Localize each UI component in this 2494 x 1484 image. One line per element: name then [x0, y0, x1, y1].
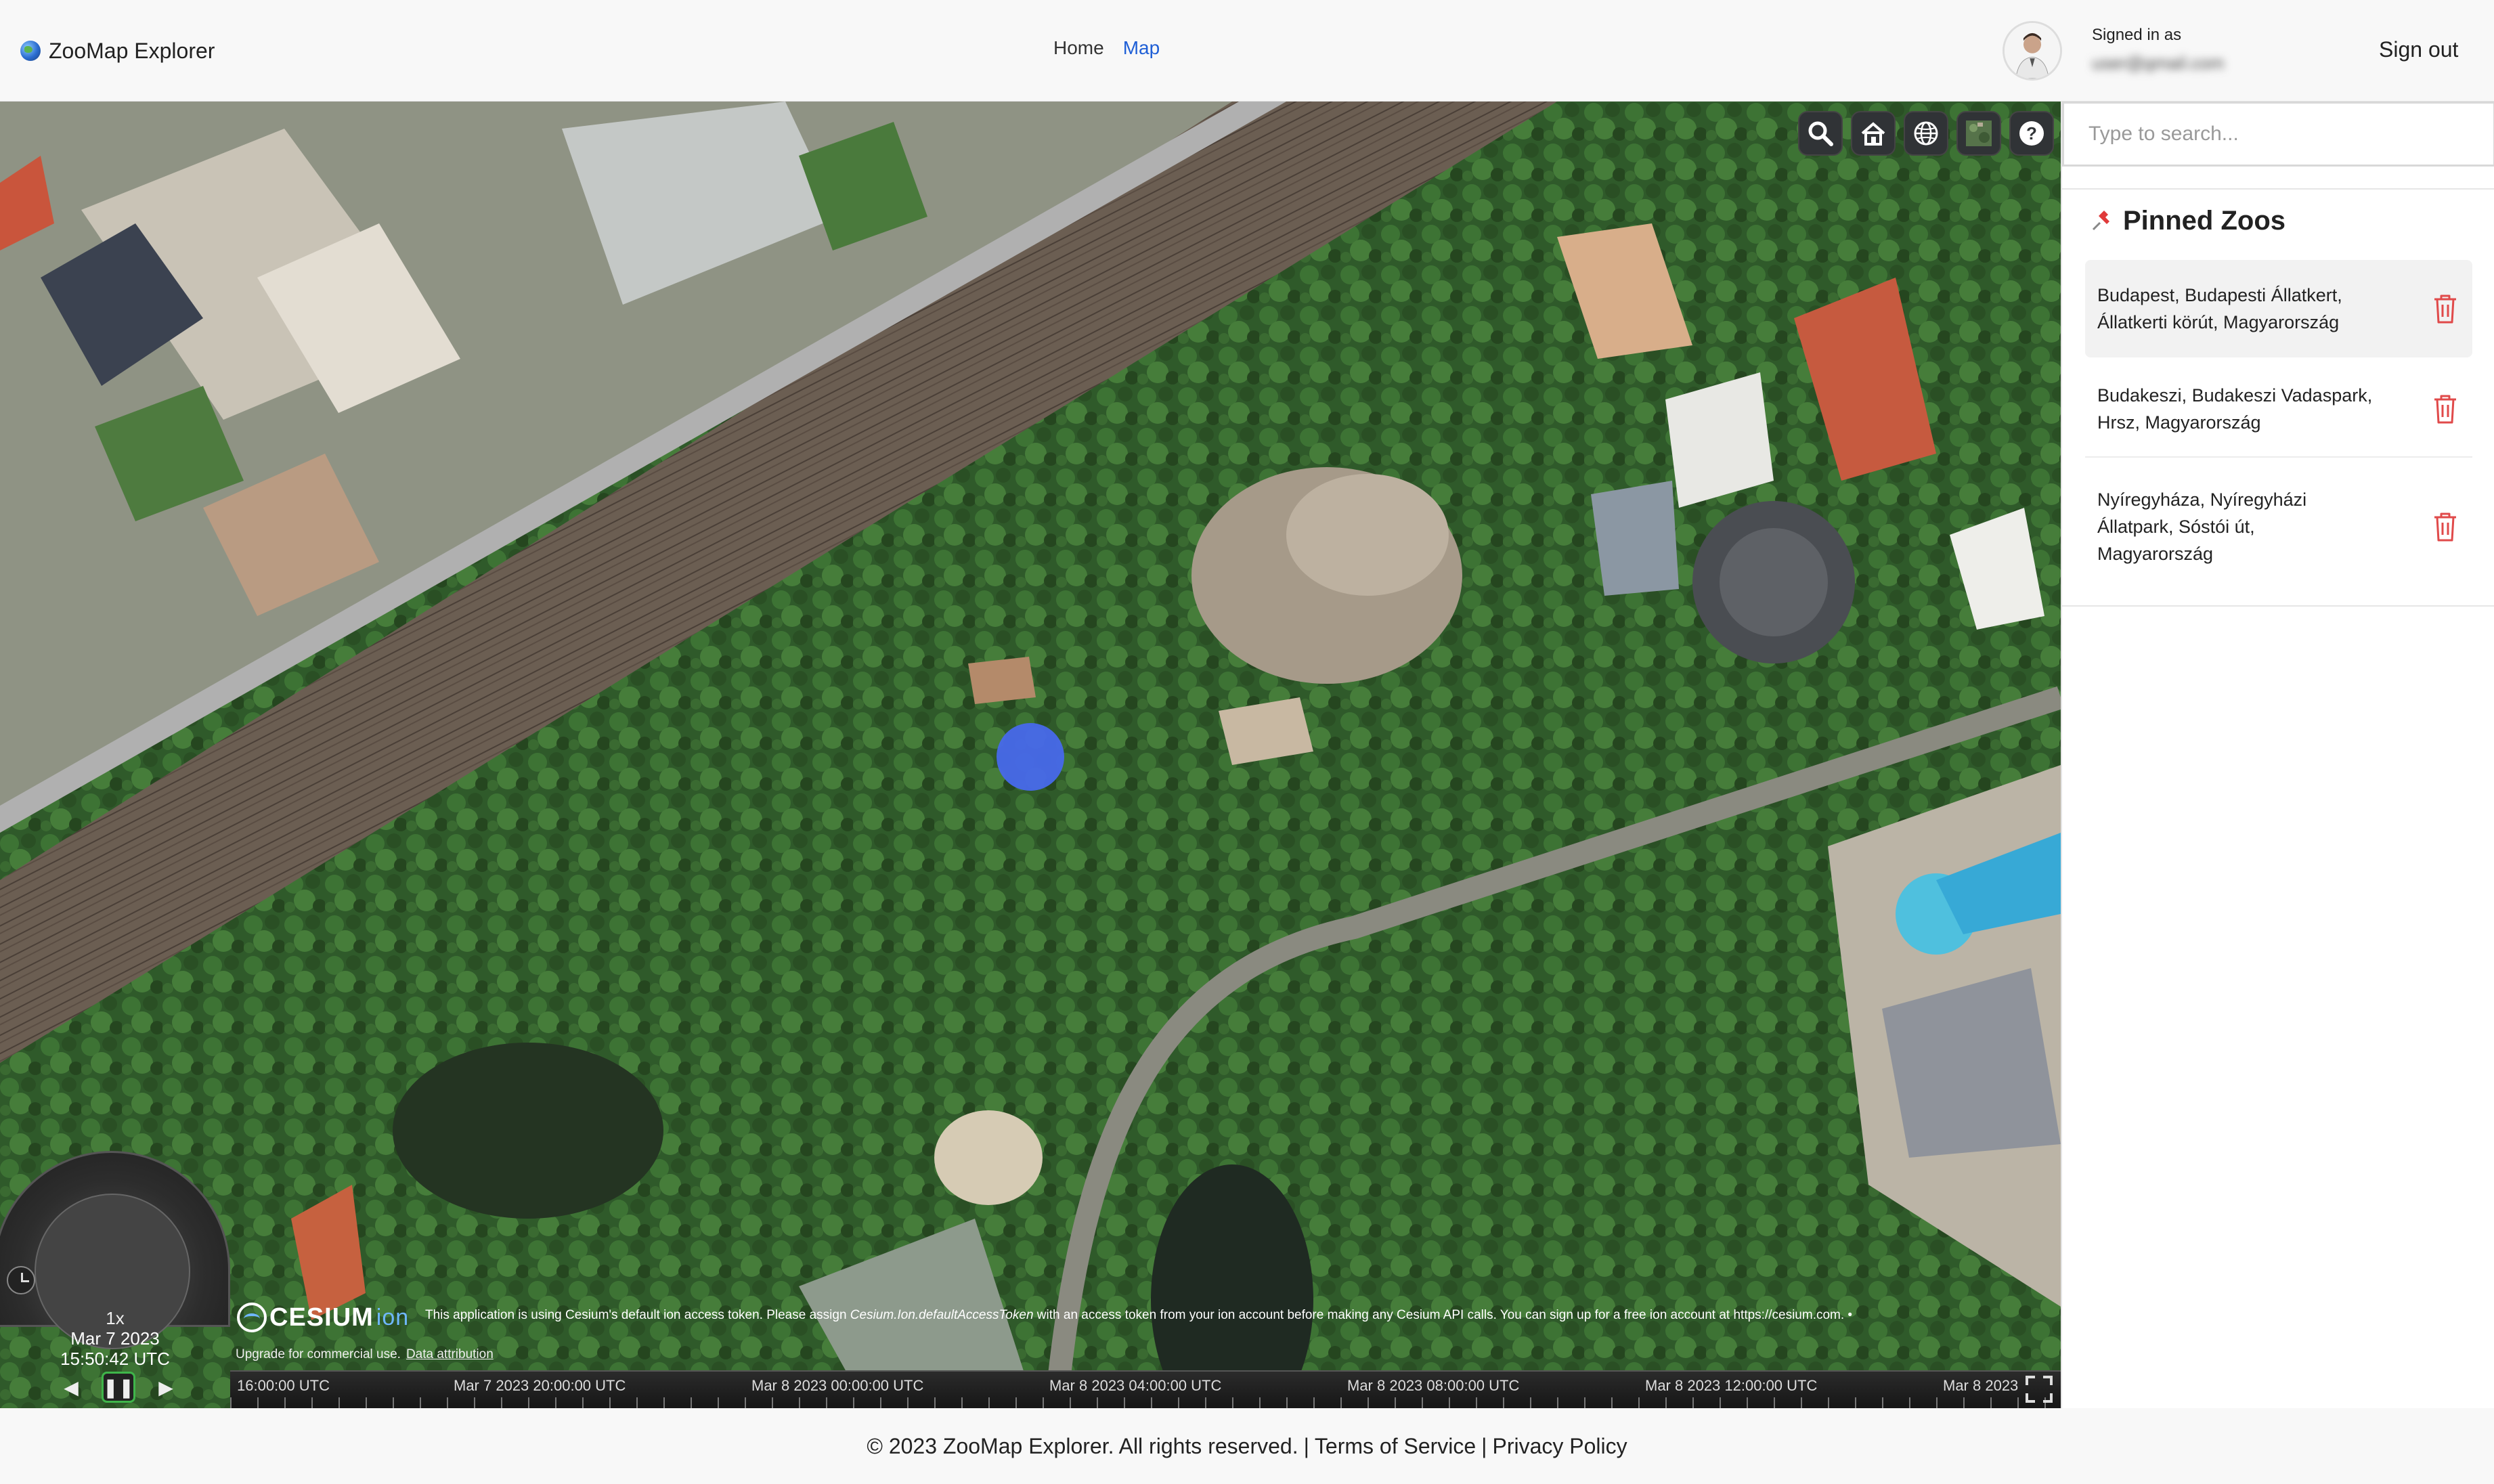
- delete-trash-icon[interactable]: [2430, 393, 2460, 425]
- zoo-address: Nyíregyháza, Nyíregyházi Állatpark, Sóst…: [2097, 486, 2415, 567]
- delete-trash-icon[interactable]: [2430, 510, 2460, 543]
- animation-controls: ◀ ❚❚ ▶: [54, 1372, 183, 1403]
- animation-time: 15:50:42 UTC: [60, 1349, 170, 1369]
- timeline-label: Mar 8 2023: [1943, 1377, 2019, 1394]
- brand[interactable]: ZooMap Explorer: [20, 34, 215, 68]
- nav-map-link[interactable]: Map: [1123, 37, 1160, 59]
- notice-code: Cesium.Ion.defaultAccessToken: [850, 1308, 1034, 1322]
- search-input[interactable]: [2062, 102, 2494, 167]
- timeline-label: Mar 8 2023 12:00:00 UTC: [1645, 1377, 1818, 1394]
- clock-icon[interactable]: [7, 1266, 35, 1294]
- home-button[interactable]: [1851, 111, 1896, 156]
- cesium-logo[interactable]: CESIUM ion: [237, 1303, 409, 1332]
- help-icon: ?: [2019, 121, 2044, 146]
- zoo-address-line: Hrsz, Magyarország: [2097, 412, 2261, 433]
- globe-icon: [1914, 121, 1938, 146]
- pinned-zoo-item[interactable]: Budapest, Budapesti Állatkert, Állatkert…: [2085, 260, 2472, 357]
- play-forward-button[interactable]: ▶: [149, 1372, 183, 1403]
- zoo-address: Budakeszi, Budakeszi Vadaspark, Hrsz, Ma…: [2097, 382, 2415, 436]
- delete-trash-icon[interactable]: [2430, 292, 2460, 325]
- zoo-address-line: Budakeszi, Budakeszi Vadaspark,: [2097, 385, 2373, 406]
- footer-separator: |: [1481, 1433, 1487, 1458]
- globe-icon: [20, 41, 41, 61]
- pinned-zoos-title: Pinned Zoos: [2123, 206, 2285, 236]
- search-icon: [1808, 121, 1833, 146]
- pause-button[interactable]: ❚❚: [102, 1372, 135, 1403]
- zoo-address-line: Állatkerti körút, Magyarország: [2097, 312, 2340, 332]
- fullscreen-icon: [2026, 1376, 2053, 1403]
- main-nav: Home Map: [1053, 37, 1160, 59]
- fullscreen-button[interactable]: [2024, 1374, 2054, 1404]
- timeline-label: Mar 8 2023 04:00:00 UTC: [1049, 1377, 1222, 1394]
- zoo-address-line: Nyíregyháza, Nyíregyházi: [2097, 489, 2307, 510]
- brand-title: ZooMap Explorer: [49, 38, 215, 63]
- pinned-zoo-item[interactable]: Budakeszi, Budakeszi Vadaspark, Hrsz, Ma…: [2085, 362, 2472, 458]
- timeline-label: Mar 8 2023 00:00:00 UTC: [751, 1377, 924, 1394]
- terms-link[interactable]: Terms of Service: [1315, 1434, 1476, 1459]
- footer: © 2023 ZooMap Explorer. All rights reser…: [0, 1408, 2494, 1484]
- scene-mode-button[interactable]: [1904, 111, 1948, 156]
- pinned-zoo-item[interactable]: Nyíregyháza, Nyíregyházi Állatpark, Sóst…: [2085, 460, 2472, 593]
- data-attribution-link[interactable]: Data attribution: [406, 1347, 494, 1361]
- attribution-row: Upgrade for commercial use. Data attribut…: [236, 1347, 494, 1362]
- upgrade-text[interactable]: Upgrade for commercial use.: [236, 1347, 401, 1361]
- cesium-token-notice: This application is using Cesium's defau…: [425, 1308, 2054, 1323]
- pinned-zoos-heading: Pinned Zoos: [2089, 206, 2285, 236]
- nav-home-link[interactable]: Home: [1053, 37, 1104, 59]
- cesium-logo-text: CESIUM: [269, 1303, 374, 1332]
- search-button[interactable]: [1798, 111, 1843, 156]
- timeline-label: Mar 7 2023 20:00:00 UTC: [454, 1377, 626, 1394]
- base-layer-picker-button[interactable]: [1956, 111, 2001, 156]
- svg-text:?: ?: [2026, 123, 2037, 144]
- signed-in-label: Signed in as: [2092, 26, 2182, 44]
- notice-suffix: with an access token from your ion accou…: [1033, 1308, 1853, 1322]
- top-navbar: ZooMap Explorer Home Map Signed in as us…: [0, 0, 2494, 102]
- sign-out-button[interactable]: Sign out: [2379, 37, 2458, 62]
- animation-speed: 1x: [106, 1308, 125, 1328]
- map-toolbar: ?: [1798, 111, 2054, 156]
- imagery-layer-icon: [1966, 121, 1992, 146]
- zoo-address-line: Magyarország: [2097, 544, 2214, 564]
- animation-date: Mar 7 2023: [70, 1328, 160, 1349]
- notice-prefix: This application is using Cesium's defau…: [425, 1308, 850, 1322]
- timeline[interactable]: 16:00:00 UTC Mar 7 2023 20:00:00 UTC Mar…: [230, 1370, 2061, 1408]
- help-button[interactable]: ?: [2009, 111, 2054, 156]
- sidebar: Pinned Zoos Budapest, Budapesti Állatker…: [2061, 102, 2494, 1408]
- footer-copyright: © 2023 ZooMap Explorer. All rights reser…: [867, 1433, 1298, 1458]
- location-marker[interactable]: [997, 723, 1064, 791]
- pinned-zoos-panel: Pinned Zoos Budapest, Budapesti Állatker…: [2062, 188, 2494, 607]
- zoo-address-line: Budapest, Budapesti Állatkert,: [2097, 285, 2342, 305]
- home-icon: [1861, 122, 1885, 146]
- play-reverse-button[interactable]: ◀: [54, 1372, 88, 1403]
- timeline-ticks: [230, 1397, 2061, 1408]
- signed-in-email: user@gmail.com: [2092, 53, 2225, 72]
- cesium-logo-suffix: ion: [376, 1304, 410, 1330]
- zoo-address: Budapest, Budapesti Állatkert, Állatkert…: [2097, 282, 2415, 336]
- map-viewer[interactable]: ?: [0, 102, 2061, 1408]
- pushpin-icon: [2092, 210, 2109, 230]
- timeline-label: 16:00:00 UTC: [237, 1377, 330, 1394]
- avatar[interactable]: [2003, 21, 2062, 81]
- privacy-link[interactable]: Privacy Policy: [1492, 1434, 1627, 1459]
- timeline-label: Mar 8 2023 08:00:00 UTC: [1347, 1377, 1520, 1394]
- footer-separator: |: [1303, 1433, 1309, 1458]
- zoo-address-line: Állatpark, Sóstói út,: [2097, 517, 2255, 537]
- cesium-mark-icon: [237, 1303, 267, 1332]
